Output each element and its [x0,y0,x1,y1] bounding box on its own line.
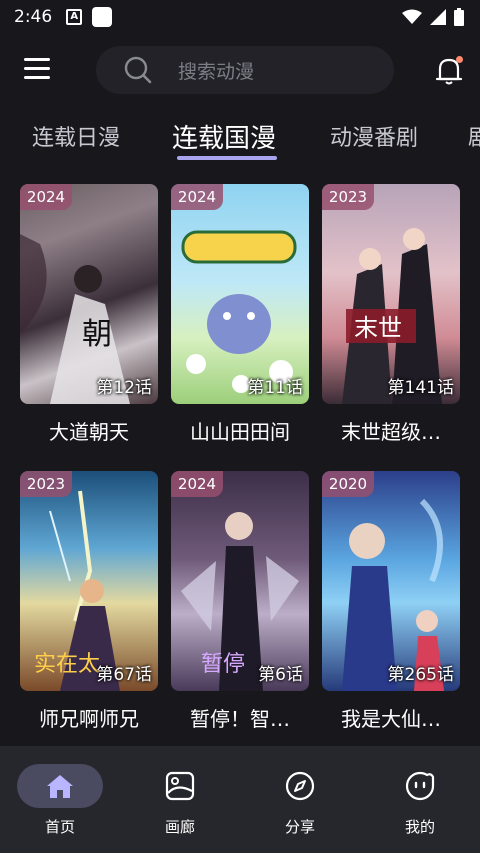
poster-art: 末世 [342,228,442,404]
episode-label: 第11话 [247,378,303,398]
svg-text:实在太: 实在太 [34,652,100,677]
poster-art: 朝 [20,234,130,404]
poster-image: 2020 第265话 [322,471,460,691]
notification-a-icon: A [66,9,83,25]
category-tabs: 连载日漫 连载国漫 动漫番剧 剧 [0,116,480,166]
nav-home-label: 首页 [44,818,75,836]
year-badge: 2024 [20,184,72,210]
nav-share-label: 分享 [284,818,315,836]
year-badge: 2023 [322,184,374,210]
anime-card[interactable]: 2024 第11话 山山田田间 [171,184,309,445]
anime-card[interactable]: 朝 2024 第12话 大道朝天 [20,184,158,445]
svg-text:朝: 朝 [82,317,112,352]
tab-anime-series[interactable]: 动漫番剧 [330,120,418,152]
wifi-icon [402,9,422,24]
home-icon [47,775,73,798]
search-placeholder: 搜索动漫 [178,60,255,83]
svg-text:暂停: 暂停 [201,652,245,677]
episode-label: 第67话 [96,665,152,685]
notification-square-icon [92,7,113,27]
poster-image: 2024 第11话 [171,184,309,404]
poster-art [342,498,444,691]
nav-gallery[interactable]: 画廊 [137,764,223,844]
card-title: 师兄啊师兄 [39,707,139,731]
episode-label: 第6话 [258,665,303,685]
active-tab-indicator [177,156,277,160]
poster-image: 暂停 2024 第6话 [171,471,309,691]
card-title: 山山田田间 [190,420,290,444]
year-badge: 2024 [171,184,223,210]
anime-card[interactable]: 末世 2023 第141话 末世超级… [322,184,460,445]
status-time: 2:46 [14,7,53,27]
search-icon [124,56,152,84]
card-title: 大道朝天 [49,420,129,444]
nav-profile[interactable]: 我的 [377,764,463,844]
nav-share-icon-wrap [257,764,343,808]
tab-serial-chinese[interactable]: 连载国漫 [172,118,276,155]
top-bar: 搜索动漫 [0,44,480,96]
nav-share[interactable]: 分享 [257,764,343,844]
nav-profile-label: 我的 [404,818,435,836]
poster-art: 暂停 [181,512,299,691]
episode-label: 第12话 [96,378,152,398]
battery-icon [454,8,464,26]
poster-image: 朝 2024 第12话 [20,184,158,404]
card-title: 暂停！智… [190,707,290,731]
anime-card[interactable]: 2020 第265话 我是大仙… [322,471,460,732]
signal-icon [430,9,446,25]
year-badge: 2023 [20,471,72,497]
year-badge: 2024 [171,471,223,497]
poster-art [181,230,297,393]
nav-home-icon-wrap [17,764,103,808]
episode-label: 第141话 [387,378,454,398]
nav-profile-icon-wrap [377,764,463,808]
nav-gallery-label: 画廊 [164,818,195,836]
gallery-icon [165,771,195,801]
search-input[interactable]: 搜索动漫 [96,46,394,94]
compass-icon [285,771,315,801]
tab-serial-japanese[interactable]: 连载日漫 [32,120,120,152]
status-bar: 2:46 A [0,0,480,34]
year-badge: 2020 [322,471,374,497]
notification-bell-button[interactable] [434,56,464,86]
svg-text:末世: 末世 [354,314,402,342]
notification-dot [456,56,463,63]
nav-gallery-icon-wrap [137,764,223,808]
poster-image: 实在太 2023 第67话 [20,471,158,691]
anime-card[interactable]: 暂停 2024 第6话 暂停！智… [171,471,309,732]
episode-label: 第265话 [387,665,454,685]
card-title: 末世超级… [341,420,441,444]
profile-icon [405,771,435,801]
card-title: 我是大仙… [341,707,441,731]
poster-art: 实在太 [34,490,120,691]
nav-home[interactable]: 首页 [17,764,103,844]
tab-more[interactable]: 剧 [468,120,480,152]
poster-image: 末世 2023 第141话 [322,184,460,404]
bottom-navigation: 首页 画廊 分享 我的 [0,746,480,853]
anime-card[interactable]: 实在太 2023 第67话 师兄啊师兄 [20,471,158,732]
menu-button[interactable] [24,58,50,80]
